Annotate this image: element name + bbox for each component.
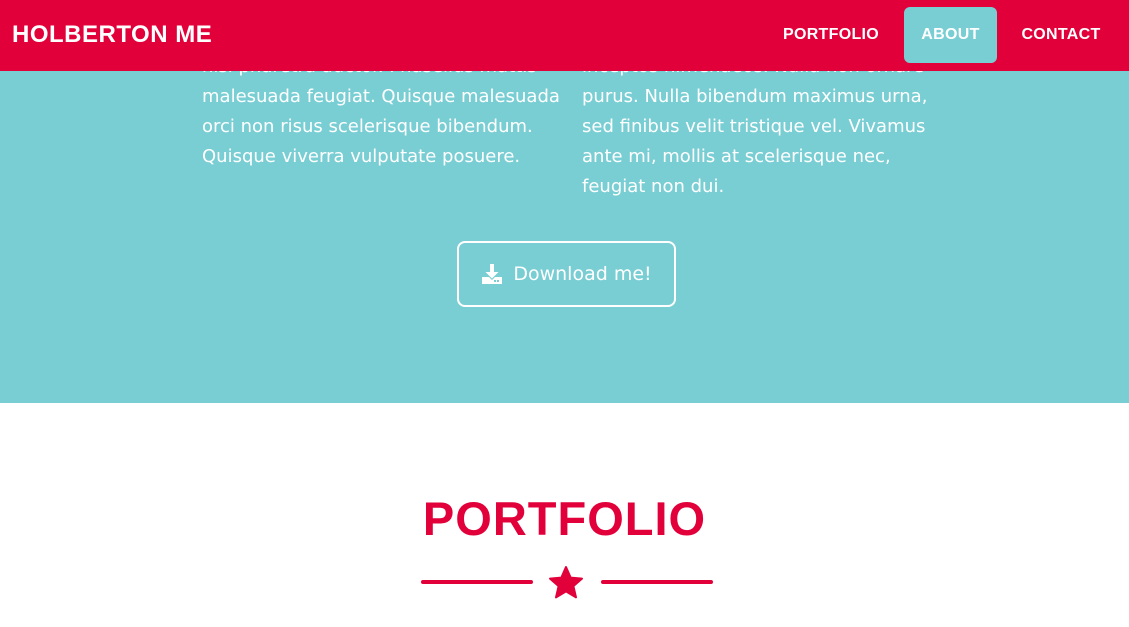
about-text-line: malesuada feugiat. Quisque malesuada bbox=[202, 86, 560, 107]
about-text-line: Quisque viverra vulputate posuere. bbox=[202, 146, 521, 167]
page: nisi pharetra auctor. Phasellus mattis m… bbox=[0, 0, 1129, 627]
about-text-line: purus. Nulla bibendum maximus urna, bbox=[582, 86, 928, 107]
about-text-line: feugiat non dui. bbox=[582, 176, 725, 197]
divider-line-left bbox=[421, 580, 533, 584]
nav-item-portfolio[interactable]: PORTFOLIO bbox=[766, 7, 896, 63]
about-text-line: sed finibus velit tristique vel. Vivamus bbox=[582, 116, 926, 137]
about-text-line: orci non risus scelerisque bibendum. bbox=[202, 116, 533, 137]
navbar: HOLBERTON ME PORTFOLIO ABOUT CONTACT bbox=[0, 0, 1129, 71]
portfolio-title: PORTFOLIO bbox=[422, 492, 707, 545]
download-button-label: Download me! bbox=[513, 263, 652, 285]
nav-item-contact[interactable]: CONTACT bbox=[1005, 7, 1117, 63]
nav-item-about[interactable]: ABOUT bbox=[904, 7, 997, 63]
brand-logo[interactable]: HOLBERTON ME bbox=[12, 20, 212, 50]
star-icon bbox=[548, 565, 584, 601]
about-text-line: ante mi, mollis at scelerisque nec, bbox=[582, 146, 891, 167]
download-icon bbox=[481, 263, 503, 285]
download-button[interactable]: Download me! bbox=[457, 241, 676, 307]
about-text-right: inceptos himenaeos. Nulla non ornare pur… bbox=[582, 52, 942, 202]
divider-line-right bbox=[601, 580, 713, 584]
